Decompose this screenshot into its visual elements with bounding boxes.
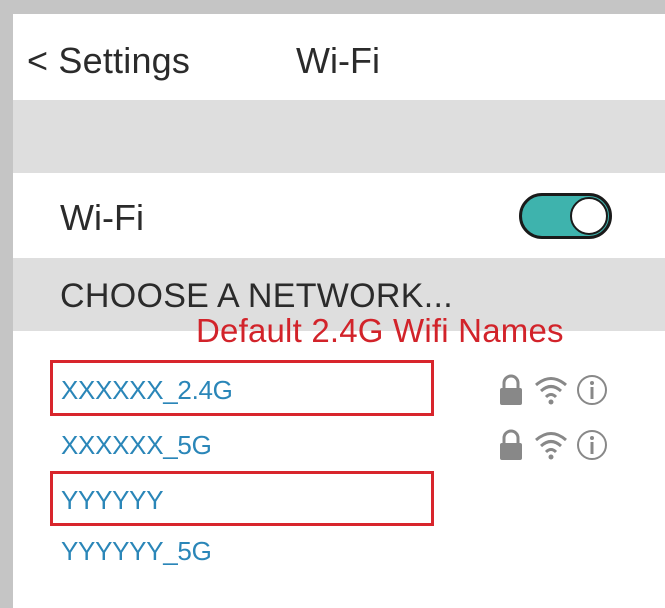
wifi-signal-icon	[535, 377, 567, 405]
back-settings-button[interactable]: < Settings	[27, 40, 190, 82]
info-icon[interactable]	[576, 374, 608, 406]
network-item-yyyyyy-5g[interactable]: YYYYYY_5G	[61, 536, 212, 567]
lock-icon	[500, 374, 522, 405]
annotation-text: Default 2.4G Wifi Names	[196, 312, 564, 349]
network-item-yyyyyy[interactable]: YYYYYY	[61, 485, 164, 516]
page-title: Wi-Fi	[296, 40, 380, 81]
wifi-toggle-row: Wi-Fi	[13, 173, 665, 258]
wifi-signal-icon	[535, 432, 567, 460]
toggle-knob	[570, 197, 608, 235]
network-icons-2	[498, 429, 638, 463]
lock-icon	[500, 429, 522, 460]
navigation-bar: < Settings Wi-Fi	[13, 14, 665, 100]
screenshot-frame: < Settings Wi-Fi Wi-Fi CHOOSE A NETWORK.…	[0, 0, 665, 608]
section-spacer	[13, 100, 665, 173]
ios-screen: < Settings Wi-Fi Wi-Fi CHOOSE A NETWORK.…	[13, 14, 665, 608]
info-icon[interactable]	[576, 429, 608, 461]
wifi-label: Wi-Fi	[60, 197, 144, 238]
choose-network-label: CHOOSE A NETWORK...	[60, 277, 453, 315]
network-icons-1	[498, 374, 638, 408]
network-item-xxxxxx-5g[interactable]: XXXXXX_5G	[61, 430, 212, 461]
wifi-toggle-switch[interactable]	[519, 193, 612, 239]
network-item-xxxxxx-2-4g[interactable]: XXXXXX_2.4G	[61, 375, 233, 406]
